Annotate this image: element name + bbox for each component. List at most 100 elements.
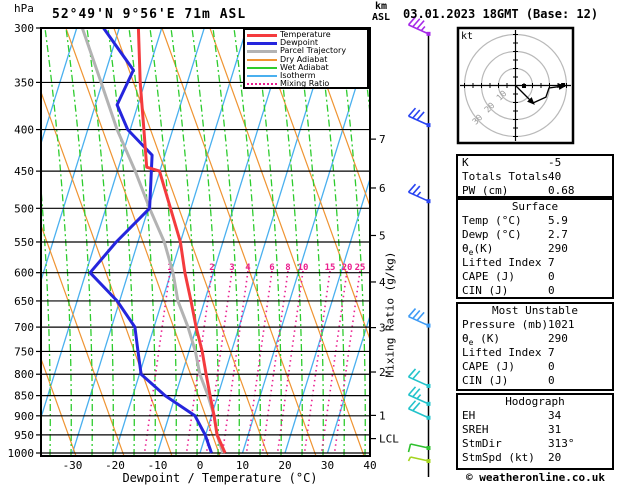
index-row: CIN (J) 0 <box>458 284 612 298</box>
legend: Temperature Dewpoint Parcel Trajectory Dry … <box>243 28 369 89</box>
surface-title: Surface <box>511 200 559 213</box>
index-label: EH <box>462 409 476 422</box>
pressure-tick-label: 600 <box>14 267 34 280</box>
km-axis-label: km <box>375 1 388 12</box>
isotherm-line <box>199 28 333 454</box>
surface-box: Surface Temp (°C) 5.9 Dewp (°C) 2.7 θe(K) 290… <box>456 198 614 299</box>
index-label: Lifted Index <box>462 346 542 359</box>
legend-swatch <box>247 58 277 61</box>
index-label: θe (K) <box>462 332 500 348</box>
mixing-ratio-line <box>261 270 289 454</box>
index-label: CIN (J) <box>462 374 509 387</box>
index-row: SREH 31 <box>458 423 612 437</box>
index-label: CAPE (J) <box>462 360 515 373</box>
mixing-ratio-line <box>221 270 249 454</box>
wind-barb-tick <box>407 443 412 453</box>
index-row: Lifted Index 7 <box>458 256 612 270</box>
wet-adiabat-line <box>423 28 449 456</box>
index-value: 0 <box>548 270 555 283</box>
index-row: StmDir 313° <box>458 437 612 451</box>
legend-swatch <box>247 49 277 53</box>
pressure-tick-label: 900 <box>14 410 34 423</box>
index-label: PW (cm) <box>462 184 509 197</box>
index-value: 0.68 <box>548 184 575 197</box>
wind-barb-staff <box>410 456 429 462</box>
sounding-page: 1 2 3 4 6 8 10 15 20 25 300 350 400 450 500 550 600 650 70… <box>0 0 629 486</box>
pressure-tick-label: 550 <box>14 236 34 249</box>
mixing-ratio-value-label: 6 <box>269 263 274 273</box>
most-unstable-title: Most Unstable <box>491 304 579 317</box>
pressure-unit-label: hPa <box>14 2 34 15</box>
index-value: 20 <box>548 451 562 464</box>
parcel_trajectory-trace <box>80 28 225 454</box>
mixing-ratio-value-label: 4 <box>245 263 251 273</box>
index-value: 0 <box>548 374 555 387</box>
index-row: K -5 <box>458 156 612 170</box>
pressure-tick-label: 450 <box>14 165 34 178</box>
wind-barb <box>407 456 431 464</box>
index-value: 290 <box>548 242 568 255</box>
index-row: θe(K) 290 <box>458 242 612 257</box>
index-value: 0 <box>548 284 555 297</box>
index-label: Totals Totals <box>462 170 549 183</box>
index-row: CAPE (J) 0 <box>458 360 612 374</box>
index-row: θe (K) 290 <box>458 332 612 348</box>
indices-box: K -5 Totals Totals 40 PW (cm) 0.68 <box>456 154 614 198</box>
mixing-ratio-line <box>303 270 331 454</box>
asl-axis-label: ASL <box>372 12 391 23</box>
index-row: Totals Totals 40 <box>458 170 612 184</box>
km-tick-label: 6 <box>379 182 386 195</box>
index-row: Temp (°C) 5.9 <box>458 214 612 228</box>
pressure-tick-label: 1000 <box>8 447 35 460</box>
index-value: -5 <box>548 156 562 169</box>
index-row: StmSpd (kt) 20 <box>458 451 612 465</box>
index-value: 7 <box>548 346 555 359</box>
legend-swatch <box>247 41 277 45</box>
pressure-tick-label: 750 <box>14 345 34 358</box>
pressure-tick-label: 300 <box>14 22 34 35</box>
legend-swatch <box>247 75 277 78</box>
wind-barb-tick <box>420 26 426 32</box>
wind-barb-tick <box>407 456 412 462</box>
most-unstable-box: Most Unstable Pressure (mb) 1021 θe (K) 290… <box>456 302 614 391</box>
index-value: 2.7 <box>548 228 568 241</box>
pressure-tick-label: 350 <box>14 76 34 89</box>
hodograph-indices-title: Hodograph <box>505 395 565 408</box>
hodograph-marker <box>522 84 526 89</box>
wind-barb <box>407 107 431 128</box>
index-label: Temp (°C) <box>462 214 522 227</box>
isotherm-line <box>156 28 290 454</box>
wind-barb <box>407 308 431 328</box>
mixing-ratio-value-label: 10 <box>298 263 309 273</box>
index-value: 34 <box>548 409 562 422</box>
station-title: 52°49'N 9°56'E 71m ASL <box>52 7 247 22</box>
wind-barb-staff <box>410 443 429 449</box>
wet-adiabat-line <box>402 28 428 456</box>
wind-barb-staff <box>408 376 429 387</box>
index-value: 5.9 <box>548 214 568 227</box>
pressure-tick-label: 850 <box>14 390 34 403</box>
wind-barb <box>407 443 431 453</box>
pressure-tick-label: 500 <box>14 202 34 215</box>
mixing-ratio-value-label: 8 <box>285 263 290 273</box>
temp-tick-label: -30 <box>63 459 83 472</box>
mixing-ratio-value-label: 20 <box>342 263 353 273</box>
index-value: 1021 <box>548 318 575 331</box>
index-label: StmSpd (kt) <box>462 451 535 464</box>
index-row: Pressure (mb) 1021 <box>458 318 612 332</box>
legend-swatch <box>247 66 277 69</box>
hodograph-indices-box: Hodograph EH 34 SREH 31 StmDir 313° StmSpd (kt… <box>456 393 614 470</box>
index-row: PW (cm) 0.68 <box>458 184 612 198</box>
pressure-tick-label: 950 <box>14 429 34 442</box>
index-label: K <box>462 156 469 169</box>
index-row: CAPE (J) 0 <box>458 270 612 284</box>
index-row: CIN (J) 0 <box>458 374 612 388</box>
wind-barb <box>407 368 431 388</box>
index-value: 290 <box>548 332 568 345</box>
pressure-tick-label: 400 <box>14 124 34 137</box>
pressure-tick-label: 700 <box>14 321 34 334</box>
lcl-label: LCL <box>379 433 399 446</box>
mixing-ratio-value-label: 3 <box>229 263 234 273</box>
wind-barb <box>407 183 431 204</box>
index-value: 0 <box>548 360 555 373</box>
